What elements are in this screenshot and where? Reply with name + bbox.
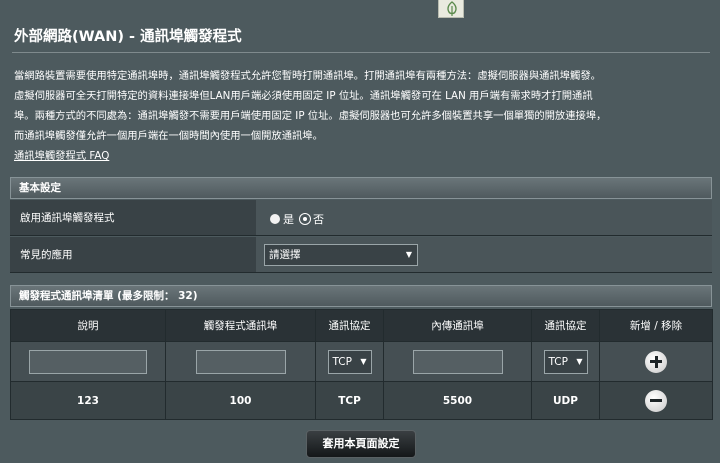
description-input-cell <box>10 341 166 382</box>
description-input[interactable] <box>29 349 147 374</box>
column-header: 說明 <box>10 309 166 342</box>
common-apps-row: 常見的應用 請選擇 ▼ <box>10 237 712 273</box>
common-apps-label: 常見的應用 <box>10 237 256 272</box>
column-header: 新增 / 移除 <box>599 309 713 342</box>
row-description: 123 <box>10 381 166 420</box>
router-logo-icon <box>438 0 464 18</box>
common-apps-value: 請選擇 ▼ <box>256 237 712 272</box>
trigger-port-table: 說明 觸發程式通訊埠 通訊協定 內傳通訊埠 通訊協定 新增 / 移除 TCP ▼ <box>10 309 713 420</box>
incoming-protocol-cell: TCP ▼ <box>531 341 600 382</box>
trigger-protocol-select[interactable]: TCP ▼ <box>327 349 372 374</box>
enable-yes-radio[interactable] <box>270 214 280 224</box>
dropdown-arrow-icon: ▼ <box>576 356 583 366</box>
enable-trigger-radio-group: 是 否 <box>270 211 330 227</box>
table-row: 123 100 TCP 5500 UDP <box>10 381 713 420</box>
enable-trigger-value: 是 否 <box>256 200 712 235</box>
new-entry-row: TCP ▼ TCP ▼ <box>10 341 713 382</box>
enable-trigger-label: 啟用通訊埠觸發程式 <box>10 200 256 235</box>
remove-cell <box>599 381 713 420</box>
basic-settings-header: 基本設定 <box>10 177 712 199</box>
add-icon[interactable] <box>645 350 667 373</box>
apply-button[interactable]: 套用本頁面設定 <box>306 430 416 458</box>
description-line: 埠。兩種方式的不同處為：通訊埠觸發不需要用戶端使用固定 IP 位址。虛擬伺服器也… <box>14 110 607 122</box>
row-incoming-port: 5500 <box>383 381 532 420</box>
faq-link[interactable]: 通訊埠觸發程式 FAQ <box>14 147 109 162</box>
enable-no-label[interactable]: 否 <box>313 211 324 227</box>
description-line: 當網路裝置需要使用特定通訊埠時，通訊埠觸發程式允許您暫時打開通訊埠。打開通訊埠有… <box>14 70 601 82</box>
column-header: 內傳通訊埠 <box>383 309 532 342</box>
enable-trigger-row: 啟用通訊埠觸發程式 是 否 <box>10 200 712 236</box>
row-incoming-protocol: UDP <box>531 381 600 420</box>
dropdown-arrow-icon: ▼ <box>360 356 367 366</box>
trigger-port-input[interactable] <box>195 349 286 374</box>
incoming-port-input[interactable] <box>412 349 503 374</box>
incoming-port-input-cell <box>383 341 532 382</box>
common-apps-selected: 請選擇 <box>269 249 301 261</box>
add-cell <box>599 341 713 382</box>
trigger-protocol-value: TCP <box>332 355 352 368</box>
trigger-protocol-cell: TCP ▼ <box>315 341 384 382</box>
remove-icon[interactable] <box>645 389 667 412</box>
row-trigger-port: 100 <box>165 381 316 420</box>
column-header: 通訊協定 <box>531 309 600 342</box>
page-title: 外部網路(WAN) - 通訊埠觸發程式 <box>14 29 242 45</box>
trigger-port-input-cell <box>165 341 316 382</box>
table-header-row: 說明 觸發程式通訊埠 通訊協定 內傳通訊埠 通訊協定 新增 / 移除 <box>10 309 713 342</box>
column-header: 觸發程式通訊埠 <box>165 309 316 342</box>
trigger-list-header: 觸發程式通訊埠清單 (最多限制： 32) <box>10 285 712 307</box>
row-trigger-protocol: TCP <box>315 381 384 420</box>
page-description: 當網路裝置需要使用特定通訊埠時，通訊埠觸發程式允許您暫時打開通訊埠。打開通訊埠有… <box>14 66 714 146</box>
description-line: 虛擬伺服器可全天打開特定的資料連接埠但LAN用戶端必須使用固定 IP 位址。通訊… <box>14 90 593 102</box>
enable-yes-label[interactable]: 是 <box>283 211 294 227</box>
dropdown-arrow-icon: ▼ <box>405 250 412 259</box>
description-line: 而通訊埠觸發僅允許一個用戶端在一個時間內使用一個開放通訊埠。 <box>14 130 323 142</box>
title-divider <box>12 52 710 53</box>
incoming-protocol-value: TCP <box>548 355 568 368</box>
column-header: 通訊協定 <box>315 309 384 342</box>
common-apps-select[interactable]: 請選擇 ▼ <box>264 244 418 266</box>
incoming-protocol-select[interactable]: TCP ▼ <box>543 349 588 374</box>
enable-no-radio[interactable] <box>300 214 310 224</box>
